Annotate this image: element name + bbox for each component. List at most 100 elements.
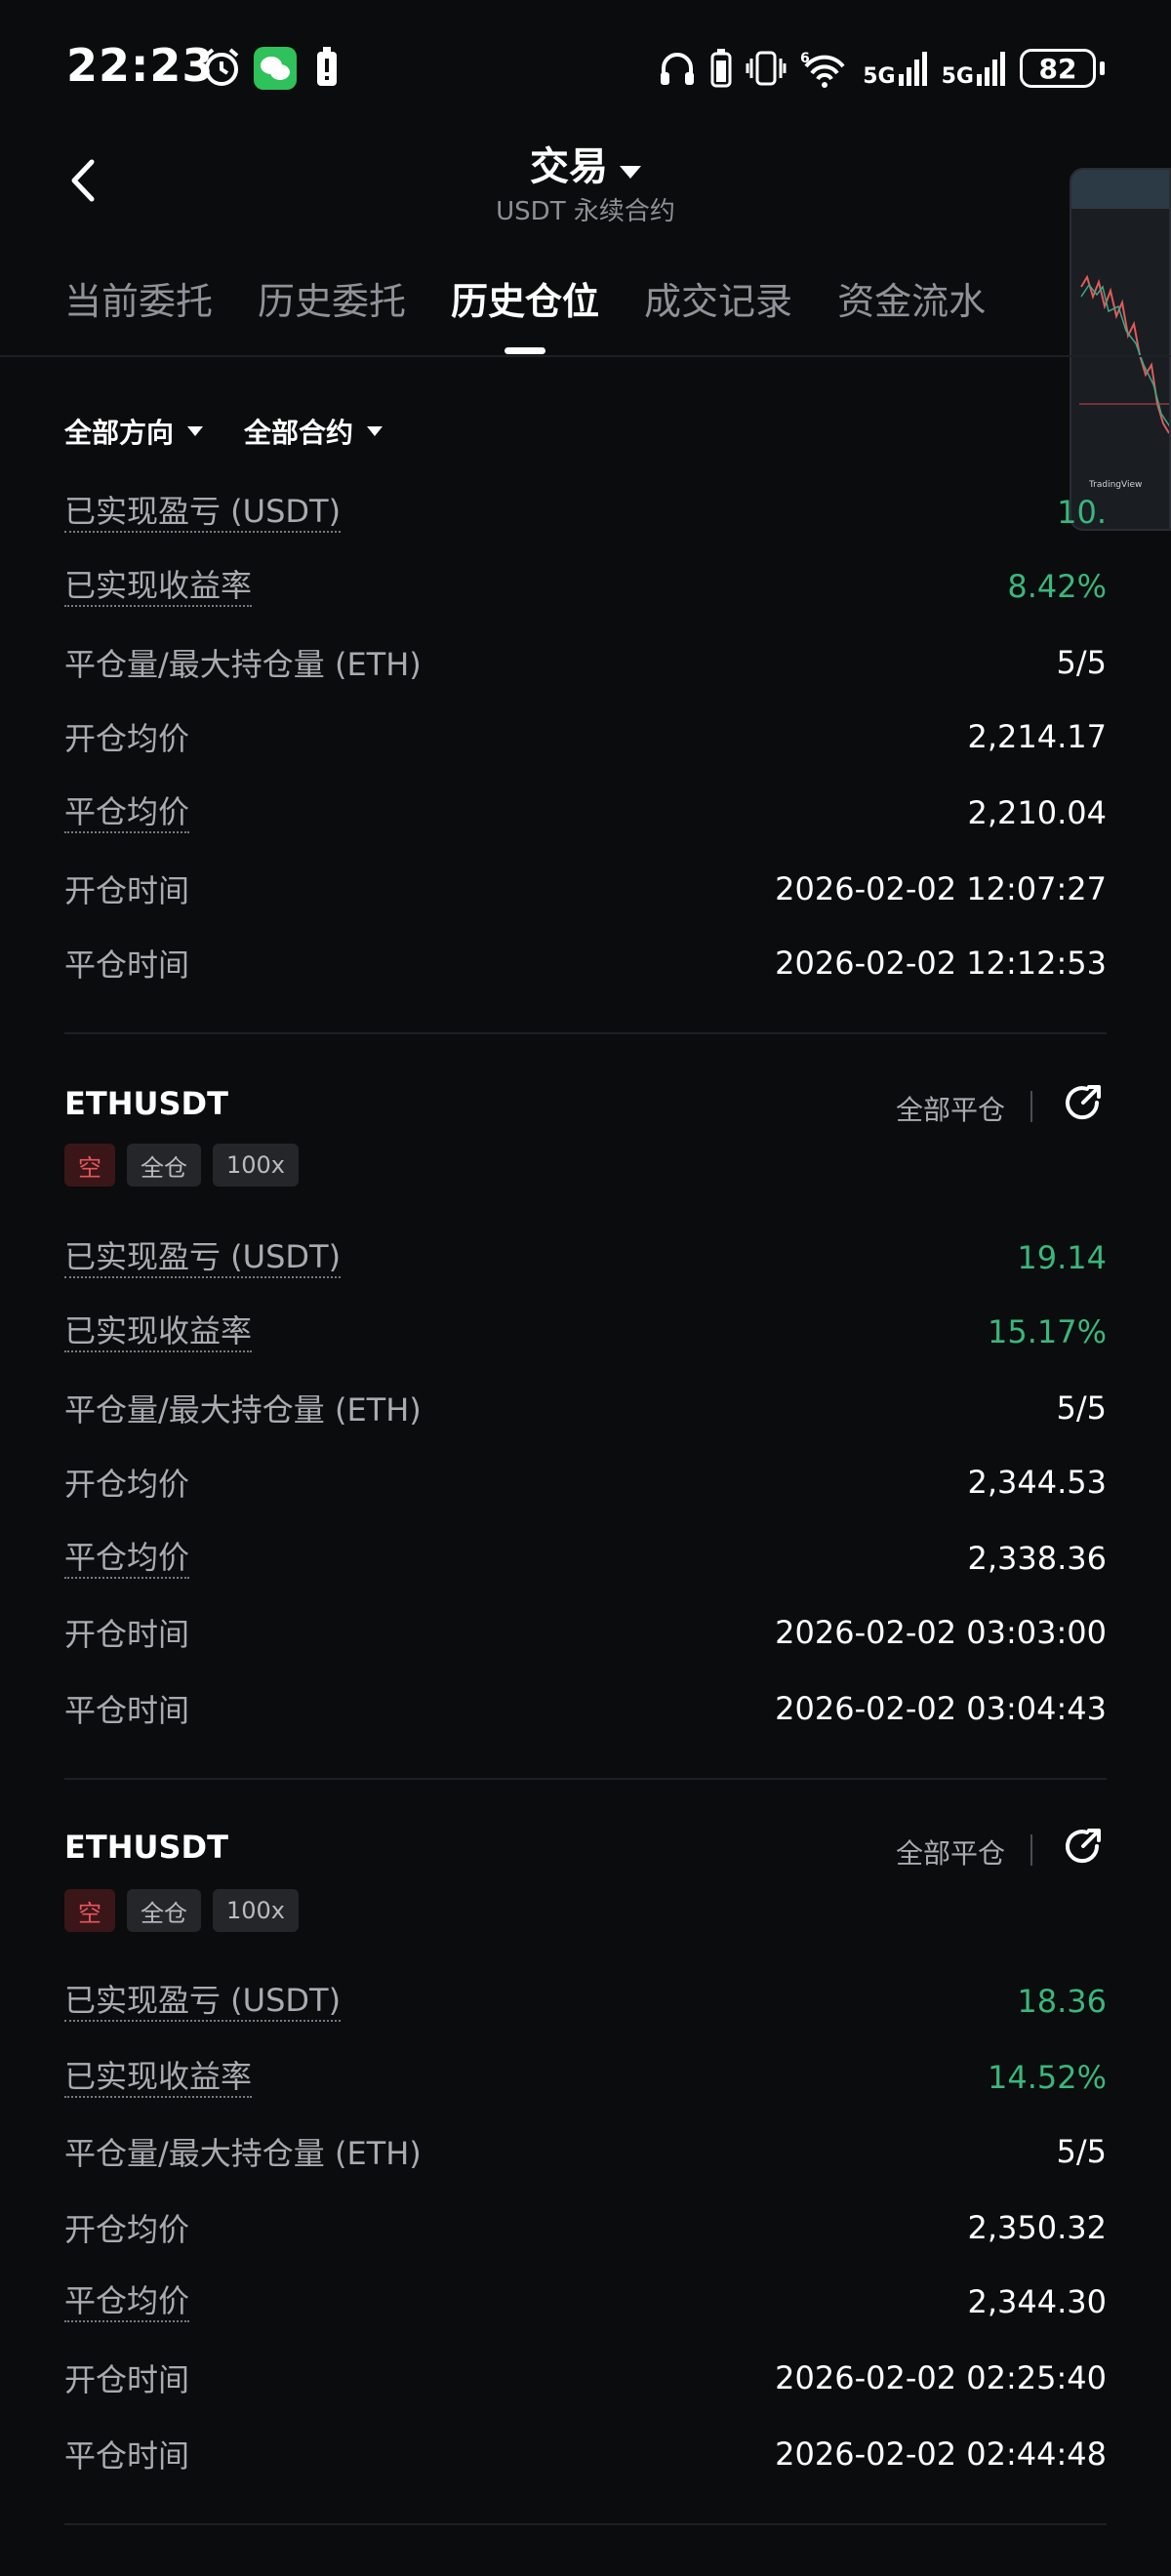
open-time-row: 开仓时间 2026-02-02 12:07:27 [64, 865, 1107, 913]
open-time-row: 开仓时间 2026-02-02 03:03:00 [64, 1608, 1107, 1657]
title-dropdown-icon[interactable] [620, 166, 641, 179]
leverage-tag: 100x [213, 1889, 300, 1932]
position-tags: 空 全仓 100x [64, 1889, 300, 1932]
open-time-value: 2026-02-02 12:07:27 [775, 870, 1107, 907]
roi-row: 已实现收益率 14.52% [64, 2053, 1107, 2102]
roi-label[interactable]: 已实现收益率 [64, 566, 253, 607]
position-card-header: ETHUSDT 全部平仓 [64, 1077, 1107, 1136]
status-time: 22:23 [66, 39, 215, 92]
qty-row: 平仓量/最大持仓量 (ETH) 5/5 [64, 638, 1107, 687]
contract-filter[interactable]: 全部合约 [244, 412, 384, 451]
pnl-row: 已实现盈亏 (USDT) 10. [64, 488, 1107, 537]
close-price-value: 2,210.04 [967, 794, 1108, 831]
page-title[interactable]: 交易 [530, 144, 608, 189]
open-price-row: 开仓均价 2,350.32 [64, 2203, 1107, 2252]
close-all-button[interactable]: 全部平仓 [896, 1089, 1005, 1128]
open-price-label: 开仓均价 [64, 720, 190, 757]
pnl-label[interactable]: 已实现盈亏 (USDT) [64, 1237, 342, 1278]
pnl-label[interactable]: 已实现盈亏 (USDT) [64, 1981, 342, 2022]
tab-trade-history[interactable]: 成交记录 [644, 271, 792, 325]
side-tag: 空 [64, 1144, 115, 1187]
roi-value: 14.52% [987, 2059, 1107, 2096]
close-time-value: 2026-02-02 03:04:43 [775, 1690, 1107, 1727]
close-price-row: 平仓均价 2,344.30 [64, 2277, 1107, 2326]
close-time-value: 2026-02-02 12:12:53 [775, 945, 1107, 982]
open-time-label: 开仓时间 [64, 2361, 190, 2398]
status-bar: 22:23 6 5G 5G 82 [0, 0, 1171, 137]
wifi-icon: 6 [800, 51, 845, 88]
wechat-icon [254, 47, 297, 90]
status-right: 6 5G 5G 82 [658, 45, 1105, 92]
open-time-label: 开仓时间 [64, 872, 190, 909]
open-time-value: 2026-02-02 03:03:00 [775, 1614, 1107, 1651]
position-tags: 空 全仓 100x [64, 1144, 300, 1187]
signal-1: 5G [863, 49, 927, 88]
tab-current-orders[interactable]: 当前委托 [64, 271, 213, 325]
close-price-value: 2,338.36 [967, 1540, 1108, 1577]
caret-down-icon [187, 426, 204, 436]
qty-label: 平仓量/最大持仓量 (ETH) [64, 2135, 422, 2172]
qty-label: 平仓量/最大持仓量 (ETH) [64, 1391, 422, 1429]
network-type-2: 5G [941, 64, 974, 89]
open-price-row: 开仓均价 2,214.17 [64, 712, 1107, 761]
roi-row: 已实现收益率 15.17% [64, 1308, 1107, 1356]
roi-value: 15.17% [987, 1313, 1107, 1350]
direction-filter-label: 全部方向 [64, 417, 175, 449]
pnl-row: 已实现盈亏 (USDT) 18.36 [64, 1977, 1107, 2026]
open-price-label: 开仓均价 [64, 2211, 190, 2248]
open-time-row: 开仓时间 2026-02-02 02:25:40 [64, 2354, 1107, 2402]
header-divider [1030, 1091, 1032, 1122]
tab-position-history[interactable]: 历史仓位 [451, 271, 599, 325]
pnl-value: 18.36 [1017, 1983, 1107, 2020]
open-time-label: 开仓时间 [64, 1616, 190, 1653]
header-title-wrap[interactable]: 交易 [0, 135, 1171, 191]
header-divider [1030, 1834, 1032, 1866]
filters: 全部方向 全部合约 [64, 412, 384, 451]
card-divider [64, 1032, 1107, 1034]
roi-label[interactable]: 已实现收益率 [64, 1311, 253, 1352]
open-price-row: 开仓均价 2,344.53 [64, 1458, 1107, 1507]
direction-filter[interactable]: 全部方向 [64, 412, 204, 451]
tab-divider [0, 355, 1171, 357]
tab-order-history[interactable]: 历史委托 [258, 271, 406, 325]
tab-funding-flow[interactable]: 资金流水 [837, 271, 986, 325]
card-divider [64, 1778, 1107, 1780]
page-subtitle: USDT 永续合约 [496, 197, 675, 226]
margin-mode-tag: 全仓 [127, 1889, 201, 1932]
close-time-label: 平仓时间 [64, 946, 190, 984]
leverage-tag: 100x [213, 1144, 300, 1187]
close-all-button[interactable]: 全部平仓 [896, 1832, 1005, 1872]
signal-bars-icon [977, 52, 1005, 86]
close-price-label[interactable]: 平仓均价 [64, 1538, 190, 1579]
pnl-value: 10. [1057, 494, 1107, 531]
network-type-1: 5G [863, 64, 896, 89]
close-time-label: 平仓时间 [64, 1692, 190, 1729]
qty-label: 平仓量/最大持仓量 (ETH) [64, 646, 422, 683]
signal-2: 5G [942, 49, 1006, 88]
close-price-label[interactable]: 平仓均价 [64, 792, 190, 833]
alarm-icon [204, 48, 239, 86]
pnl-row: 已实现盈亏 (USDT) 19.14 [64, 1233, 1107, 1282]
position-card-header: ETHUSDT 全部平仓 [64, 1821, 1107, 1879]
open-price-label: 开仓均价 [64, 1466, 190, 1503]
close-price-label[interactable]: 平仓均价 [64, 2281, 190, 2322]
pnl-value: 19.14 [1017, 1239, 1107, 1276]
open-price-value: 2,214.17 [967, 718, 1108, 755]
battery-level: 82 [1020, 49, 1096, 88]
open-price-value: 2,344.53 [967, 1464, 1108, 1501]
share-icon[interactable] [1060, 1823, 1107, 1870]
battery-alert-icon [317, 47, 337, 86]
open-price-value: 2,350.32 [967, 2209, 1108, 2246]
preview-toolbar [1071, 170, 1169, 209]
qty-value: 5/5 [1056, 1389, 1108, 1427]
qty-value: 5/5 [1056, 2133, 1108, 2170]
share-icon[interactable] [1060, 1079, 1107, 1126]
floating-chart-preview[interactable]: TradingView [1070, 168, 1171, 531]
roi-label[interactable]: 已实现收益率 [64, 2057, 253, 2098]
contract-filter-label: 全部合约 [244, 417, 354, 449]
margin-mode-tag: 全仓 [127, 1144, 201, 1187]
pnl-label[interactable]: 已实现盈亏 (USDT) [64, 492, 342, 533]
symbol-label: ETHUSDT [64, 1829, 228, 1866]
symbol-label: ETHUSDT [64, 1085, 228, 1122]
close-time-value: 2026-02-02 02:44:48 [775, 2435, 1107, 2473]
